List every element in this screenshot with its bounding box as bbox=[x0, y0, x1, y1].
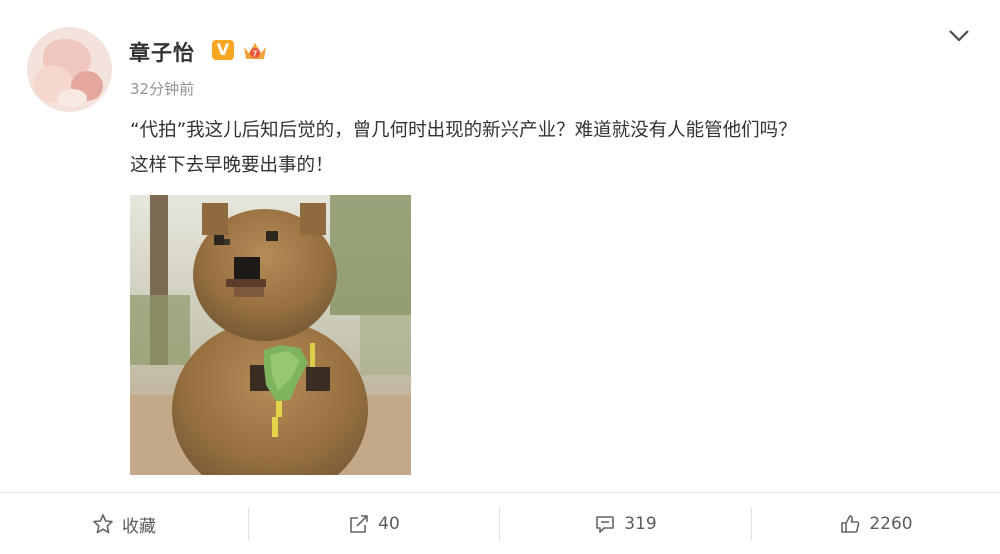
avatar[interactable] bbox=[27, 27, 112, 112]
svg-text:7: 7 bbox=[253, 50, 258, 59]
post-text: “代拍”我这儿后知后觉的，曾几何时出现的新兴产业？难道就没有人能管他们吗？ 这样… bbox=[130, 113, 980, 183]
favorite-label: 收藏 bbox=[122, 516, 156, 537]
weibo-post-card: 章子怡 V 7 32分钟前 “代拍”我这儿后知后觉的，曾几何时出现的新兴产业？难… bbox=[0, 0, 1000, 554]
comment-icon bbox=[596, 516, 615, 533]
quokka-photo bbox=[130, 195, 411, 475]
post-text-line-2: 这样下去早晚要出事的！ bbox=[130, 155, 334, 176]
verified-v-icon: V bbox=[212, 40, 234, 60]
post-timestamp[interactable]: 32分钟前 bbox=[130, 78, 194, 99]
member-crown-icon[interactable]: 7 bbox=[241, 38, 269, 64]
star-icon bbox=[93, 514, 113, 534]
repost-button[interactable]: 40 bbox=[249, 494, 499, 554]
chevron-down-icon[interactable] bbox=[946, 25, 972, 45]
thumbs-up-icon bbox=[841, 515, 860, 533]
share-icon bbox=[350, 515, 368, 533]
favorite-button[interactable]: 收藏 bbox=[0, 494, 248, 554]
like-count: 2260 bbox=[869, 514, 913, 534]
post-text-line-1: “代拍”我这儿后知后觉的，曾几何时出现的新兴产业？难道就没有人能管他们吗？ bbox=[130, 120, 797, 141]
author-name[interactable]: 章子怡 bbox=[129, 37, 195, 67]
post-image[interactable] bbox=[130, 195, 411, 475]
footer-divider bbox=[0, 492, 1000, 493]
like-button[interactable]: 2260 bbox=[752, 494, 1000, 554]
comment-button[interactable]: 319 bbox=[500, 494, 751, 554]
comment-count: 319 bbox=[624, 514, 657, 534]
repost-count: 40 bbox=[378, 514, 400, 534]
